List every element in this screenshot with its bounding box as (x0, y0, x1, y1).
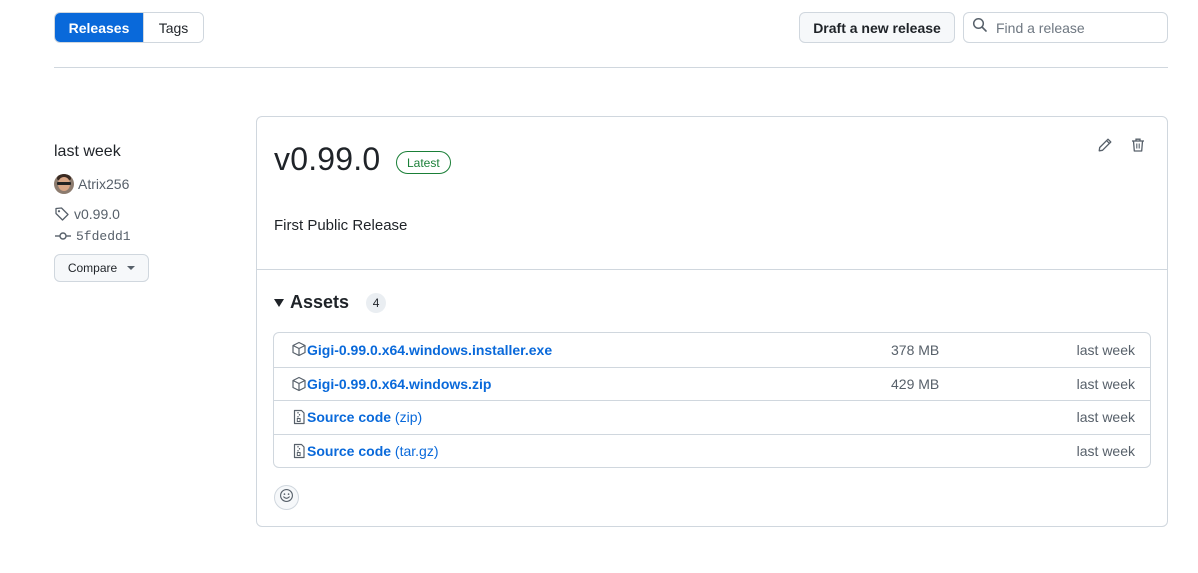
avatar[interactable] (54, 174, 74, 194)
card-divider (257, 269, 1167, 270)
compare-label: Compare (67, 261, 118, 275)
search-box[interactable] (963, 12, 1168, 43)
asset-date: last week (1076, 409, 1135, 426)
tag-row[interactable]: v0.99.0 (54, 206, 120, 222)
release-title[interactable]: v0.99.0 (274, 141, 380, 178)
asset-size: 429 MB (891, 375, 940, 392)
asset-link-name: Source code (307, 442, 392, 459)
add-reaction-button[interactable] (274, 485, 299, 510)
asset-size: 378 MB (891, 341, 940, 358)
pencil-icon (1097, 137, 1113, 158)
delete-button[interactable] (1128, 137, 1148, 157)
asset-date: last week (1076, 375, 1135, 392)
asset-link[interactable]: Gigi-0.99.0.x64.windows.zip (307, 376, 491, 392)
compare-button[interactable]: Compare (54, 254, 149, 282)
asset-date: last week (1076, 341, 1135, 358)
release-card: v0.99.0 Latest First Public Release Asse… (256, 116, 1168, 527)
asset-link[interactable]: Source code (zip) (307, 409, 422, 425)
tag-name[interactable]: v0.99.0 (74, 206, 120, 222)
search-input[interactable] (994, 18, 1164, 37)
chevron-down-icon (127, 266, 136, 270)
asset-link-format: (tar.gz) (391, 442, 439, 459)
asset-link-name: Source code (307, 409, 392, 426)
trash-icon (1130, 137, 1146, 158)
asset-link[interactable]: Gigi-0.99.0.x64.windows.installer.exe (307, 342, 552, 358)
file-zip-icon (291, 443, 307, 459)
asset-list: Gigi-0.99.0.x64.windows.installer.exe 37… (273, 332, 1151, 468)
asset-row: Gigi-0.99.0.x64.windows.zip 429 MB last … (274, 366, 1150, 401)
asset-row: Source code (tar.gz) last week (274, 433, 1150, 468)
asset-link-format: (zip) (391, 409, 423, 426)
tab-releases[interactable]: Releases (55, 13, 143, 42)
release-tabs: Releases Tags (54, 12, 204, 43)
search-icon (972, 17, 988, 38)
smiley-icon (279, 488, 294, 508)
file-zip-icon (291, 409, 307, 425)
release-notes: First Public Release (274, 217, 408, 234)
commit-sha[interactable]: 5fdedd1 (76, 229, 131, 244)
header-divider (54, 67, 1168, 68)
assets-count-badge: 4 (366, 292, 387, 313)
caret-down-icon (274, 298, 284, 307)
edit-button[interactable] (1095, 137, 1115, 157)
latest-badge: Latest (396, 151, 451, 174)
package-icon (291, 376, 307, 392)
tab-tags[interactable]: Tags (143, 13, 203, 42)
package-icon (291, 341, 307, 357)
author-name[interactable]: Atrix256 (78, 176, 129, 192)
asset-row: Source code (zip) last week (274, 400, 1150, 434)
assets-title: Assets (290, 292, 350, 312)
asset-date: last week (1076, 442, 1135, 459)
asset-link[interactable]: Source code (tar.gz) (307, 443, 439, 459)
commit-row[interactable]: 5fdedd1 (54, 228, 131, 244)
assets-toggle[interactable]: Assets 4 (274, 292, 387, 313)
author-row[interactable]: Atrix256 (54, 174, 129, 194)
asset-row: Gigi-0.99.0.x64.windows.installer.exe 37… (274, 333, 1150, 367)
draft-new-release-button[interactable]: Draft a new release (799, 12, 955, 43)
tag-icon (54, 206, 74, 222)
commit-icon (54, 228, 76, 244)
release-date: last week (54, 143, 121, 160)
